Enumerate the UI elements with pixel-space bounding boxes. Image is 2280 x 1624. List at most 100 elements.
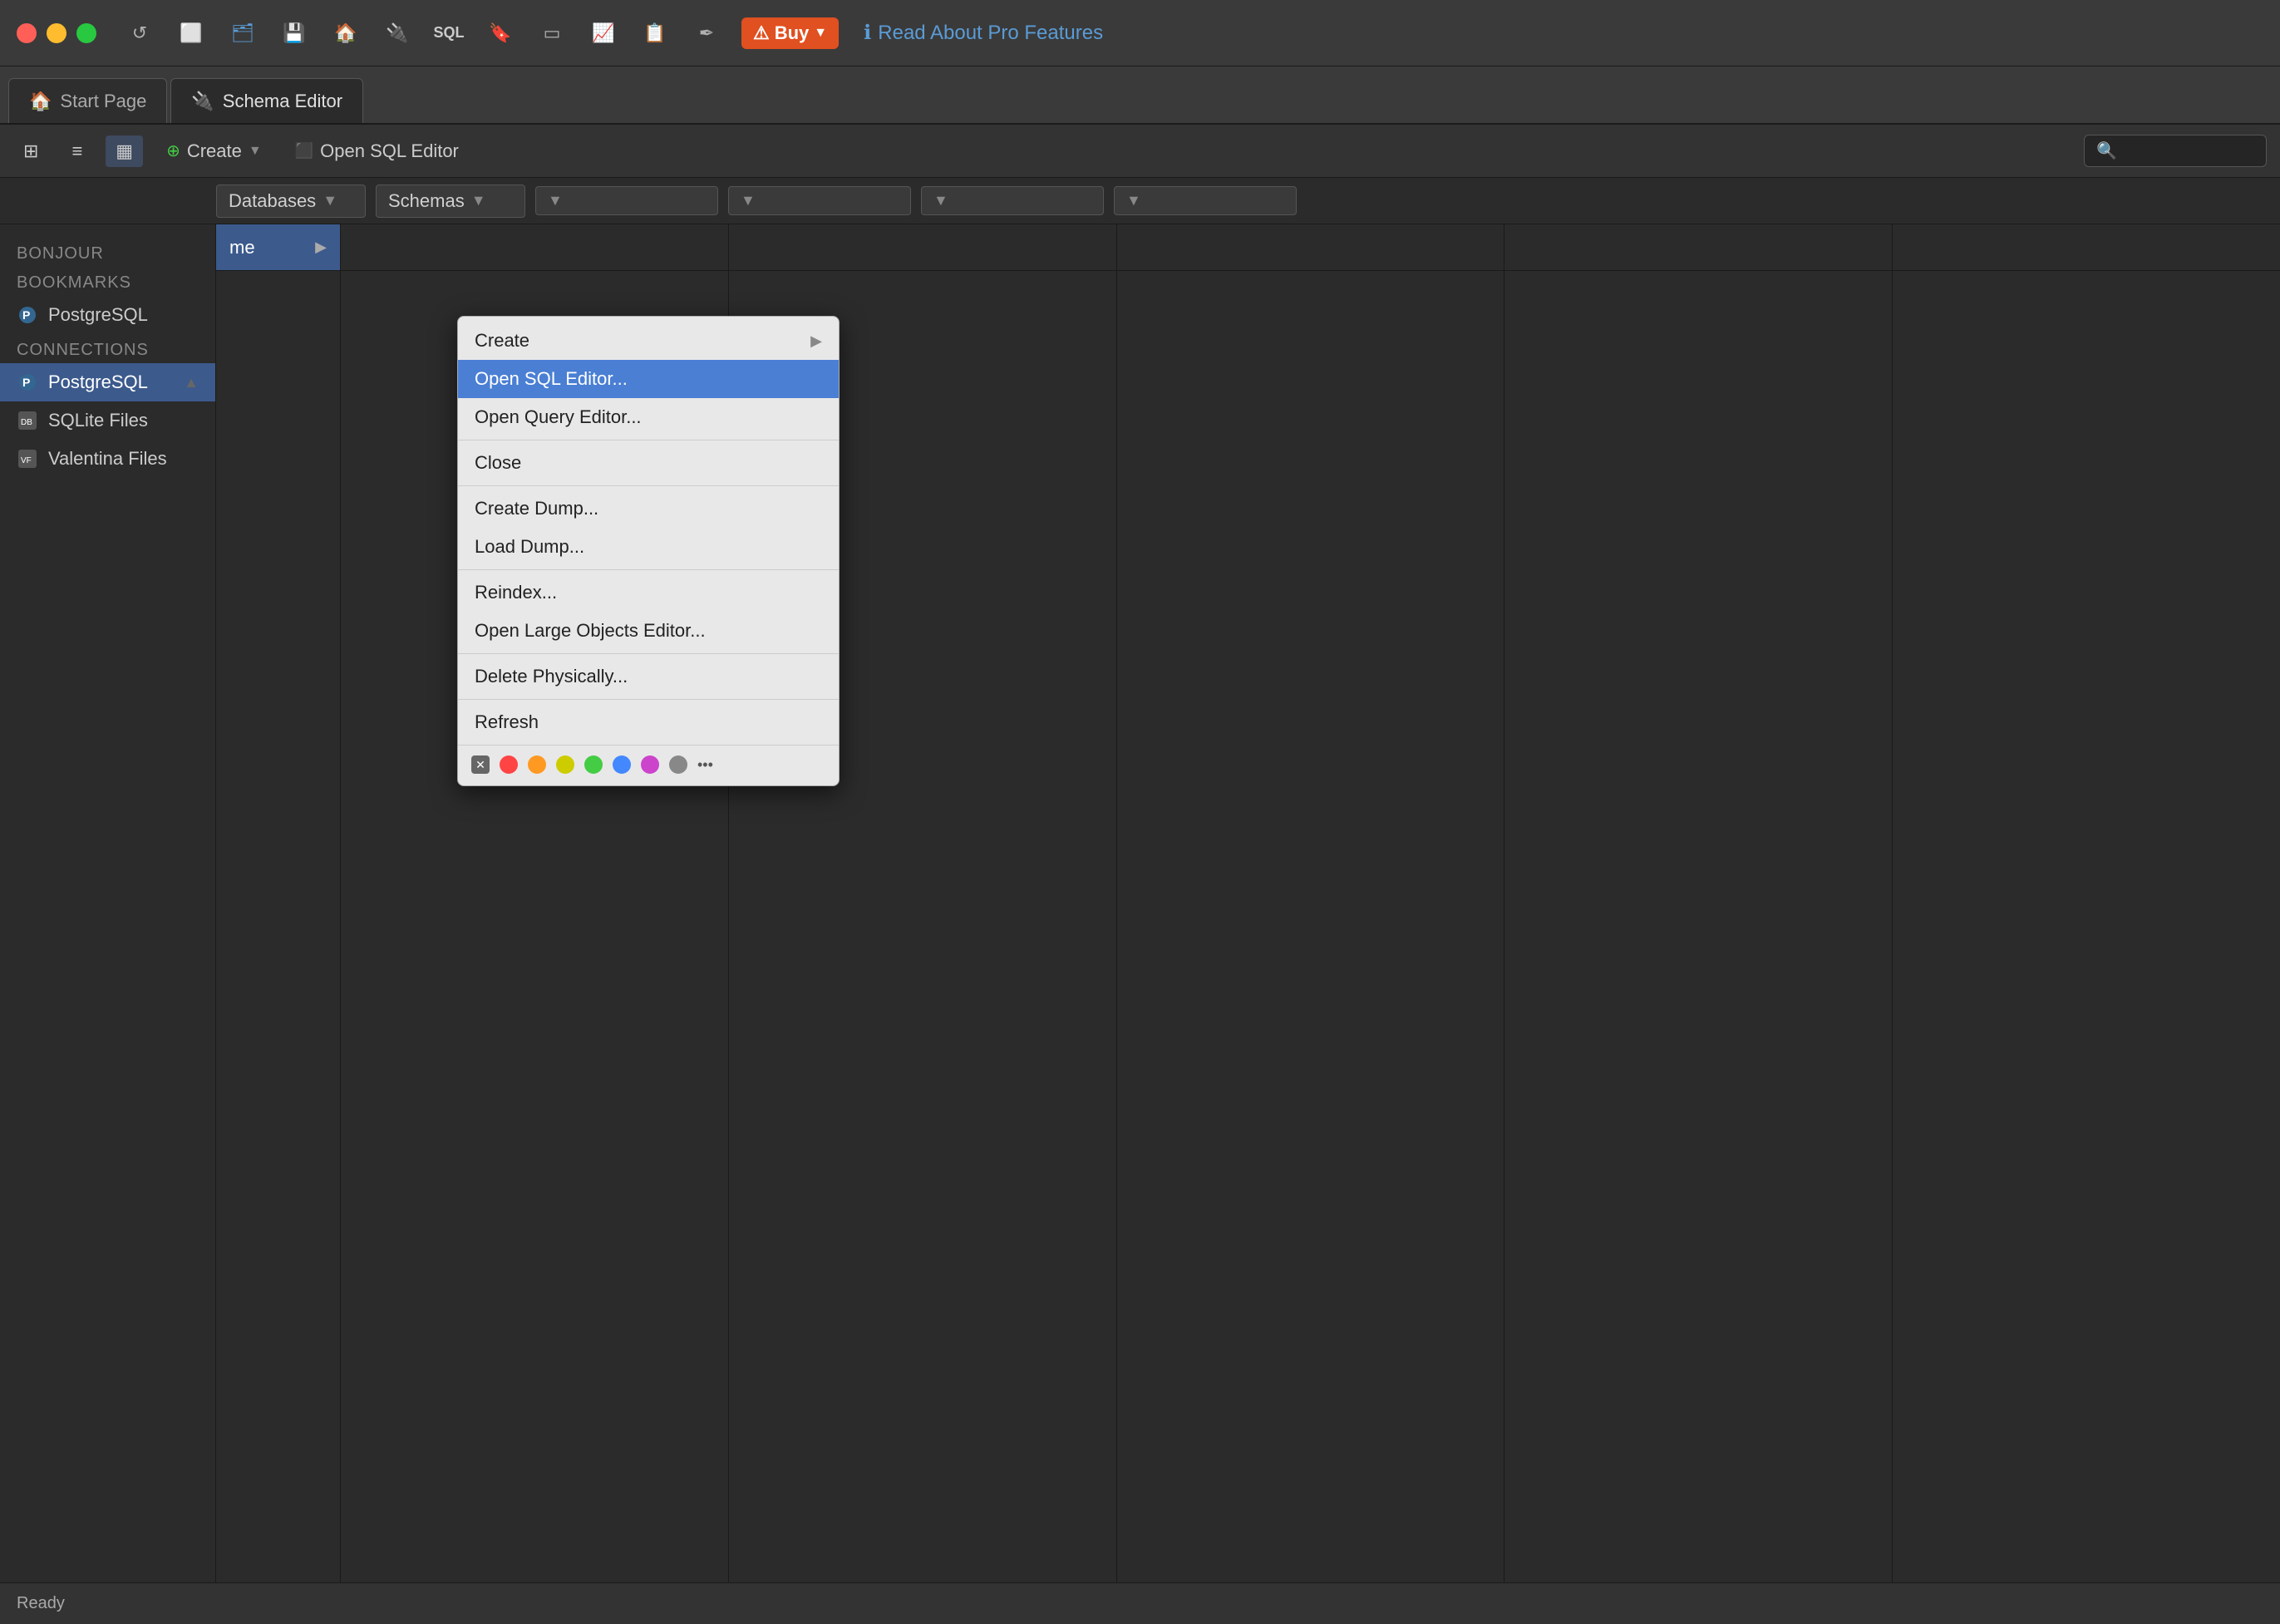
- conn-expand-icon: ▲: [184, 374, 199, 391]
- databases-dropdown[interactable]: Databases ▼: [216, 185, 366, 218]
- chart-icon[interactable]: 📈: [585, 15, 622, 52]
- col3-dropdown[interactable]: ▼: [535, 186, 718, 215]
- dot-clear[interactable]: ✕: [471, 755, 490, 774]
- db-name-label: me: [229, 237, 255, 258]
- ctx-close-label: Close: [475, 452, 521, 474]
- main-layout: Bonjour Bookmarks P PostgreSQL Connectio…: [0, 224, 2280, 1582]
- search-box[interactable]: 🔍: [2084, 135, 2267, 167]
- sidebar-item-valentina-files[interactable]: VF Valentina Files: [0, 440, 215, 478]
- ctx-open-sql-editor-label: Open SQL Editor...: [475, 368, 628, 390]
- bookmark-icon[interactable]: 🔖: [482, 15, 519, 52]
- dot-orange[interactable]: [528, 755, 546, 774]
- sidebar-item-postgresql-bookmark[interactable]: P PostgreSQL: [0, 296, 215, 334]
- postgresql-conn-label: PostgreSQL: [48, 372, 148, 393]
- dot-green[interactable]: [584, 755, 603, 774]
- ctx-close[interactable]: Close: [458, 444, 839, 482]
- ctx-open-sql-editor[interactable]: Open SQL Editor...: [458, 360, 839, 398]
- tab-schema-editor[interactable]: 🔌 Schema Editor: [170, 78, 363, 123]
- schemas-dropdown[interactable]: Schemas ▼: [376, 185, 525, 218]
- statusbar: Ready: [0, 1582, 2280, 1624]
- dot-gray[interactable]: [669, 755, 687, 774]
- ctx-sep-4: [458, 653, 839, 654]
- col5-dropdown[interactable]: ▼: [921, 186, 1104, 215]
- col5-arrow-icon: ▼: [933, 192, 948, 209]
- search-icon: 🔍: [2096, 140, 2117, 161]
- col4-arrow-icon: ▼: [741, 192, 756, 209]
- dot-purple[interactable]: [641, 755, 659, 774]
- close-button[interactable]: [17, 23, 37, 43]
- dot-yellow[interactable]: [556, 755, 574, 774]
- buy-label: Buy: [775, 22, 810, 44]
- dot-red[interactable]: [500, 755, 518, 774]
- buy-dropdown-icon: ▼: [814, 26, 827, 41]
- schemas-label: Schemas: [388, 190, 465, 212]
- ctx-create-dump[interactable]: Create Dump...: [458, 490, 839, 528]
- traffic-lights: [17, 23, 96, 43]
- titlebar: ↺ ⬜ 🗂 💾 🏠 🔌 SQL 🔖 ▭ 📈 📋 ✒ ⚠ Buy ▼ ℹ Read…: [0, 0, 2280, 66]
- ctx-open-large-objects[interactable]: Open Large Objects Editor...: [458, 612, 839, 650]
- col3-arrow-icon: ▼: [548, 192, 563, 209]
- ctx-reindex[interactable]: Reindex...: [458, 573, 839, 612]
- new-doc-icon[interactable]: ⬜: [173, 15, 209, 52]
- sidebar-item-postgresql-conn[interactable]: P PostgreSQL ▲: [0, 363, 215, 401]
- toolbar-icons: ↺ ⬜ 🗂 💾 🏠 🔌 SQL 🔖 ▭ 📈 📋 ✒: [121, 15, 725, 52]
- dot-blue[interactable]: [613, 755, 631, 774]
- back-icon[interactable]: ↺: [121, 15, 158, 52]
- ctx-reindex-label: Reindex...: [475, 582, 557, 603]
- sqlite-files-icon: DB: [17, 410, 38, 431]
- sql-icon[interactable]: SQL: [431, 15, 467, 52]
- dot-more-icon[interactable]: •••: [697, 756, 713, 774]
- postgresql-bookmark-label: PostgreSQL: [48, 304, 148, 326]
- secondary-toolbar: ⊞ ≡ ▦ ⊕ Create ▼ ⬛ Open SQL Editor 🔍: [0, 125, 2280, 178]
- view-icon1[interactable]: ⊞: [13, 135, 48, 167]
- db-connect-icon[interactable]: 🔌: [379, 15, 416, 52]
- ctx-create-dump-label: Create Dump...: [475, 498, 598, 519]
- sql-editor-icon: ⬛: [295, 142, 313, 160]
- dropdown-row: Databases ▼ Schemas ▼ ▼ ▼ ▼ ▼: [0, 178, 2280, 224]
- info-icon: ℹ: [864, 21, 871, 45]
- tabbar: 🏠 Start Page 🔌 Schema Editor: [0, 66, 2280, 125]
- schema-editor-icon: 🔌: [191, 91, 214, 112]
- home-icon[interactable]: 🏠: [327, 15, 364, 52]
- pen-icon[interactable]: ✒: [688, 15, 725, 52]
- sidebar-item-sqlite-files[interactable]: DB SQLite Files: [0, 401, 215, 440]
- color-dots-row: ✕ •••: [458, 749, 839, 780]
- minimize-button[interactable]: [47, 23, 66, 43]
- pro-features-link[interactable]: ℹ Read About Pro Features: [864, 21, 1103, 45]
- bonjour-section: Bonjour: [0, 238, 215, 267]
- table-icon[interactable]: ▭: [534, 15, 570, 52]
- databases-label: Databases: [229, 190, 316, 212]
- ctx-create[interactable]: Create ▶: [458, 322, 839, 360]
- ctx-load-dump[interactable]: Load Dump...: [458, 528, 839, 566]
- ctx-sep-3: [458, 569, 839, 570]
- maximize-button[interactable]: [76, 23, 96, 43]
- folder-icon[interactable]: 🗂: [224, 15, 261, 52]
- bookmarks-section: Bookmarks: [0, 267, 215, 296]
- col6-arrow-icon: ▼: [1126, 192, 1141, 209]
- col6-dropdown[interactable]: ▼: [1114, 186, 1297, 215]
- ctx-open-query-editor[interactable]: Open Query Editor...: [458, 398, 839, 436]
- report-icon[interactable]: 📋: [637, 15, 673, 52]
- open-sql-editor-label: Open SQL Editor: [320, 140, 459, 162]
- ctx-delete-physically[interactable]: Delete Physically...: [458, 657, 839, 696]
- ctx-delete-physically-label: Delete Physically...: [475, 666, 628, 687]
- ctx-load-dump-label: Load Dump...: [475, 536, 584, 558]
- context-menu: Create ▶ Open SQL Editor... Open Query E…: [457, 316, 840, 786]
- open-sql-editor-button[interactable]: ⬛ Open SQL Editor: [285, 135, 469, 167]
- create-dropdown-icon: ▼: [249, 144, 262, 159]
- view-icon2[interactable]: ≡: [62, 135, 92, 167]
- schemas-arrow-icon: ▼: [471, 192, 486, 209]
- create-button[interactable]: ⊕ Create ▼: [156, 135, 272, 167]
- ctx-refresh[interactable]: Refresh: [458, 703, 839, 741]
- buy-button[interactable]: ⚠ Buy ▼: [741, 17, 839, 49]
- view-icon3[interactable]: ▦: [106, 135, 143, 167]
- ctx-create-label: Create: [475, 330, 529, 352]
- tab-start-page[interactable]: 🏠 Start Page: [8, 78, 167, 123]
- save-icon[interactable]: 💾: [276, 15, 313, 52]
- content-area: me ▶ Create: [216, 224, 2280, 1582]
- create-label: Create: [187, 140, 242, 162]
- pro-features-label: Read About Pro Features: [878, 22, 1103, 45]
- tab-schema-editor-label: Schema Editor: [223, 91, 342, 112]
- valentina-files-icon: VF: [17, 448, 38, 470]
- col4-dropdown[interactable]: ▼: [728, 186, 911, 215]
